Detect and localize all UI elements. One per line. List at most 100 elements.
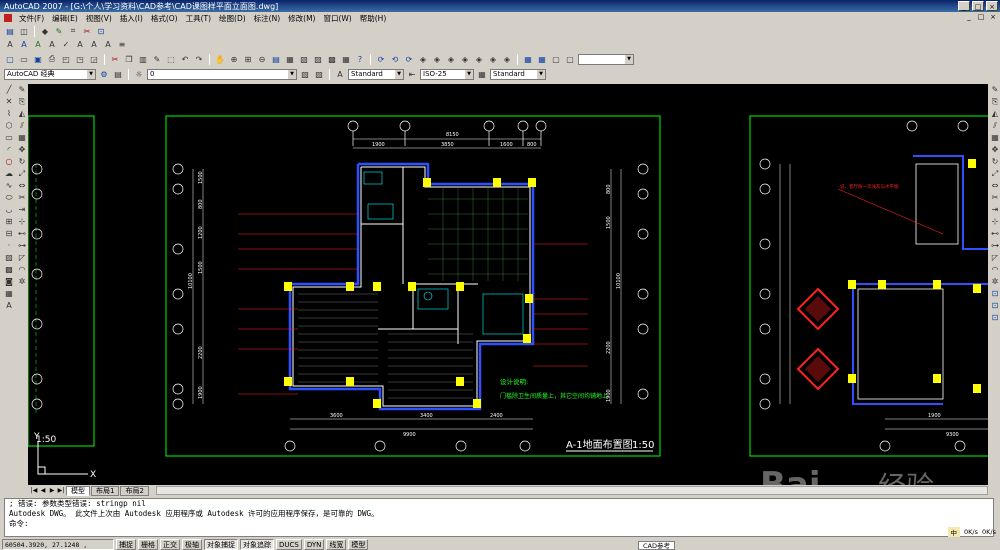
tool-a-icon[interactable]: ✎ (53, 26, 65, 37)
doc-minimize-button[interactable]: _ (964, 13, 974, 22)
toggle-grid[interactable]: 栅格 (138, 538, 158, 550)
view-f-icon[interactable]: ◈ (487, 54, 499, 65)
modify-o-icon[interactable]: ◸ (990, 252, 1000, 263)
modify-f-icon[interactable]: ✥ (990, 144, 1000, 155)
gradient-icon[interactable]: ▩ (4, 264, 15, 275)
orbit-c-icon[interactable]: ⟳ (403, 54, 415, 65)
rectangle-icon[interactable]: ▭ (4, 132, 15, 143)
sheet-set-icon[interactable]: ▨ (312, 54, 324, 65)
modify-q-icon[interactable]: ✲ (990, 276, 1000, 287)
publish-icon[interactable]: ◳ (74, 54, 86, 65)
modify-m-icon[interactable]: ⊷ (990, 228, 1000, 239)
modify-a-icon[interactable]: ✎ (990, 84, 1000, 95)
region-icon[interactable]: ◙ (4, 276, 15, 287)
text-style-icon[interactable]: A (74, 39, 86, 50)
taskbar-item[interactable]: CAD参考 (638, 541, 675, 550)
stretch-icon[interactable]: ⇔ (17, 180, 28, 191)
redo-icon[interactable]: ↷ (193, 54, 205, 65)
polygon-icon[interactable]: ⬡ (4, 120, 15, 131)
modify-l-icon[interactable]: ⊹ (990, 216, 1000, 227)
toggle-ducs[interactable]: DUCS (276, 538, 302, 550)
design-center-icon[interactable]: ▦ (284, 54, 296, 65)
polyline-icon[interactable]: ⌇ (4, 108, 15, 119)
move-icon[interactable]: ✥ (17, 144, 28, 155)
snap-a-icon[interactable]: ⊡ (990, 288, 1000, 299)
mtext-icon[interactable]: A (18, 39, 30, 50)
3d-dwf-icon[interactable]: ◲ (88, 54, 100, 65)
layer-combo[interactable]: 0 (147, 68, 297, 80)
command-window[interactable]: ; 错误: 参数类型错误: stringp nil Autodesk DWG。 … (4, 498, 994, 537)
toggle-otrack[interactable]: 对象追踪 (240, 538, 274, 550)
toggle-polar[interactable]: 极轴 (182, 538, 202, 550)
print-icon[interactable]: ⎙ (46, 54, 58, 65)
text-style-manager-icon[interactable]: A (334, 69, 346, 80)
ime-indicator[interactable]: 中 (947, 527, 961, 537)
menu-draw[interactable]: 绘图(D) (215, 13, 250, 24)
lightbulb-icon[interactable]: ☼ (133, 69, 145, 80)
modify-b-icon[interactable]: ⎘ (990, 96, 1000, 107)
tab-layout1[interactable]: 布局1 (91, 485, 120, 496)
rotate-icon[interactable]: ↻ (17, 156, 28, 167)
make-block-icon[interactable]: ⊟ (4, 228, 15, 239)
snap-b-icon[interactable]: ⊡ (990, 300, 1000, 311)
line-icon[interactable]: ╱ (4, 84, 15, 95)
open-icon[interactable]: ▭ (18, 54, 30, 65)
coordinate-readout[interactable]: 60504.3920, 27.1248 , 0.0000 (2, 538, 114, 550)
spell-icon[interactable]: ✓ (60, 39, 72, 50)
array-icon[interactable]: ▦ (17, 132, 28, 143)
block-editor-icon[interactable]: ⬚ (165, 54, 177, 65)
modify-j-icon[interactable]: ✂ (990, 192, 1000, 203)
orbit-b-icon[interactable]: ⟲ (389, 54, 401, 65)
viewport-c-icon[interactable]: ▢ (550, 54, 562, 65)
zoom-realtime-icon[interactable]: ⊕ (228, 54, 240, 65)
modify-n-icon[interactable]: ⊶ (990, 240, 1000, 251)
justify-text-icon[interactable]: A (102, 39, 114, 50)
tool-palettes-icon[interactable]: ▧ (298, 54, 310, 65)
toggle-ortho[interactable]: 正交 (160, 538, 180, 550)
tab-last-icon[interactable]: ▶| (57, 486, 65, 495)
markup-icon[interactable]: ▩ (326, 54, 338, 65)
tool-d-icon[interactable]: ⊡ (95, 26, 107, 37)
fillet-icon[interactable]: ◠ (17, 264, 28, 275)
view-d-icon[interactable]: ◈ (459, 54, 471, 65)
menu-window[interactable]: 窗口(W) (319, 13, 355, 24)
revision-cloud-icon[interactable]: ☁ (4, 168, 15, 179)
zoom-window-icon[interactable]: ⊞ (242, 54, 254, 65)
insert-block-icon[interactable]: ⊞ (4, 216, 15, 227)
undo-icon[interactable]: ↶ (179, 54, 191, 65)
dim-style-manager-icon[interactable]: ⇤ (406, 69, 418, 80)
viewport-scale-combo[interactable] (578, 53, 634, 65)
tab-next-icon[interactable]: ▶ (48, 486, 56, 495)
doc-close-button[interactable]: × (988, 13, 998, 22)
table-style-manager-icon[interactable]: ▦ (476, 69, 488, 80)
mirror-icon[interactable]: ◭ (17, 108, 28, 119)
spline-icon[interactable]: ∿ (4, 180, 15, 191)
ellipse-icon[interactable]: ⬭ (4, 192, 15, 203)
maximize-button[interactable]: □ (972, 1, 984, 11)
view-g-icon[interactable]: ◈ (501, 54, 513, 65)
zoom-previous-icon[interactable]: ⊖ (256, 54, 268, 65)
menu-help[interactable]: 帮助(H) (356, 13, 391, 24)
toggle-snap[interactable]: 捕捉 (116, 538, 136, 550)
menu-insert[interactable]: 插入(I) (116, 13, 147, 24)
extend-icon[interactable]: ⇥ (17, 204, 28, 215)
tab-model[interactable]: 模型 (66, 485, 90, 496)
view-e-icon[interactable]: ◈ (473, 54, 485, 65)
new-icon[interactable]: ▢ (4, 54, 16, 65)
tab-layout2[interactable]: 布局2 (120, 485, 149, 496)
modify-k-icon[interactable]: ⇥ (990, 204, 1000, 215)
horizontal-scrollbar[interactable] (155, 486, 988, 495)
trim-icon[interactable]: ✂ (17, 192, 28, 203)
modify-c-icon[interactable]: ◭ (990, 108, 1000, 119)
break-icon[interactable]: ⊷ (17, 228, 28, 239)
erase-icon[interactable]: ✎ (17, 84, 28, 95)
modify-p-icon[interactable]: ◠ (990, 264, 1000, 275)
text-icon[interactable]: A (4, 39, 16, 50)
pan-icon[interactable]: ✋ (214, 54, 226, 65)
layer-manager-icon[interactable]: ▤ (112, 69, 124, 80)
cut-icon[interactable]: ✂ (109, 54, 121, 65)
match-icon[interactable]: ◆ (39, 26, 51, 37)
workspace-combo[interactable]: AutoCAD 经典 (4, 68, 96, 80)
tool-c-icon[interactable]: ✂ (81, 26, 93, 37)
scale-icon[interactable]: ⤢ (17, 168, 28, 179)
